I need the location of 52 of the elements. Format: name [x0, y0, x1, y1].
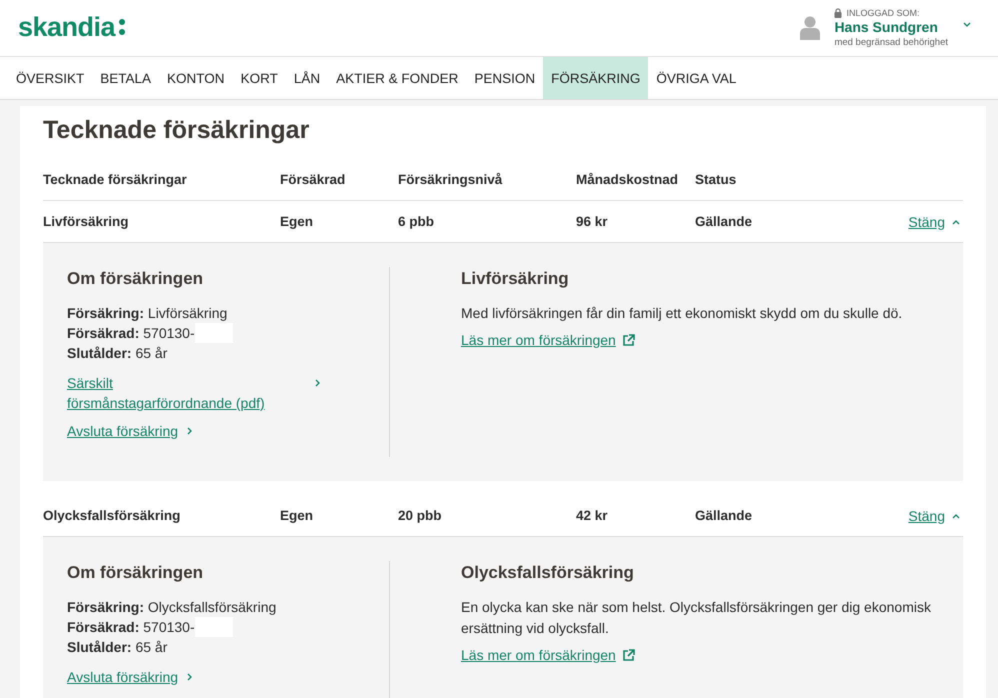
table-cell-text: 6 pbb	[398, 214, 435, 229]
nav-tab[interactable]: ÖVERSIKT	[8, 57, 92, 99]
table-cell-text: Egen	[280, 214, 314, 229]
nav-tab[interactable]: ÖVRIGA VAL	[648, 57, 744, 99]
table-cell-text: Gällande	[695, 214, 754, 229]
nav-tab[interactable]: AKTIER & FONDER	[328, 57, 466, 99]
external-link-icon	[622, 648, 635, 662]
section-heading: Om försäkringen	[67, 562, 204, 584]
read-more-link[interactable]: Läs mer om försäkringen	[461, 332, 616, 348]
table-cell-text: 42 kr	[576, 508, 609, 523]
user-avatar-icon	[800, 16, 820, 40]
table-cell-text: Egen	[280, 508, 314, 523]
description-text: En olycka kan ske när som helst. Olycksfallsförsäkringen ger dig ekonomisk ersättning vid olycksfall.	[461, 598, 932, 638]
user-note: med begränsad behörighet	[834, 37, 948, 48]
table-cell-text: 96 kr	[576, 214, 609, 229]
table-cell-text: Gällande	[695, 508, 754, 523]
fact-text: Försäkring: Olycksfallsförsäkring	[67, 598, 276, 617]
fact-text: Slutålder: 65 år	[67, 344, 168, 363]
description-text: Med livförsäkringen får din familj ett ekonomiskt skydd om du skulle dö.	[461, 304, 904, 323]
login-label: INLOGGAD SOM:	[846, 8, 920, 18]
document-link[interactable]: Avsluta försäkring	[67, 421, 178, 441]
nav-tab[interactable]: BETALA	[92, 57, 160, 99]
fact-text: Försäkrad: 570130-	[67, 324, 195, 343]
fact-text: Försäkrad: 570130-	[67, 618, 195, 637]
column-header: Status	[695, 172, 738, 186]
fact-text: Slutålder: 65 år	[67, 638, 168, 657]
nav-tab[interactable]: KONTON	[159, 57, 233, 99]
section-heading: Olycksfallsförsäkring	[461, 562, 635, 584]
section-heading: Om försäkringen	[67, 268, 204, 290]
user-name[interactable]: Hans Sundgren	[834, 19, 948, 35]
page-title: Tecknade försäkringar	[43, 115, 310, 146]
document-link[interactable]: Särskilt försmånstagarförordnande (pdf)	[67, 373, 267, 413]
nav-tab[interactable]: LÅN	[286, 57, 328, 99]
column-header: Tecknade försäkringar	[43, 172, 188, 186]
lock-icon	[834, 8, 842, 18]
table-cell-text: 20 pbb	[398, 508, 443, 523]
nav-tab[interactable]: KORT	[232, 57, 286, 99]
column-header: Försäkrad	[280, 172, 346, 186]
column-header: Försäkringsnivå	[398, 172, 504, 186]
fact-text: Försäkring: Livförsäkring	[67, 304, 228, 323]
table-cell-text: Livförsäkring	[43, 214, 130, 229]
column-header: Månadskostnad	[576, 172, 680, 186]
document-link[interactable]: Avsluta försäkring	[67, 667, 178, 687]
nav-tab[interactable]: FÖRSÄKRING	[543, 57, 648, 99]
external-link-icon	[622, 334, 635, 346]
table-cell-text: Olycksfallsförsäkring	[43, 508, 182, 523]
close-link[interactable]: Stäng	[908, 508, 945, 524]
close-link[interactable]: Stäng	[908, 214, 945, 230]
read-more-link[interactable]: Läs mer om försäkringen	[461, 647, 616, 663]
nav-tab[interactable]: PENSION	[466, 57, 544, 99]
logo[interactable]: skandia	[18, 12, 126, 44]
section-heading: Livförsäkring	[461, 268, 570, 290]
